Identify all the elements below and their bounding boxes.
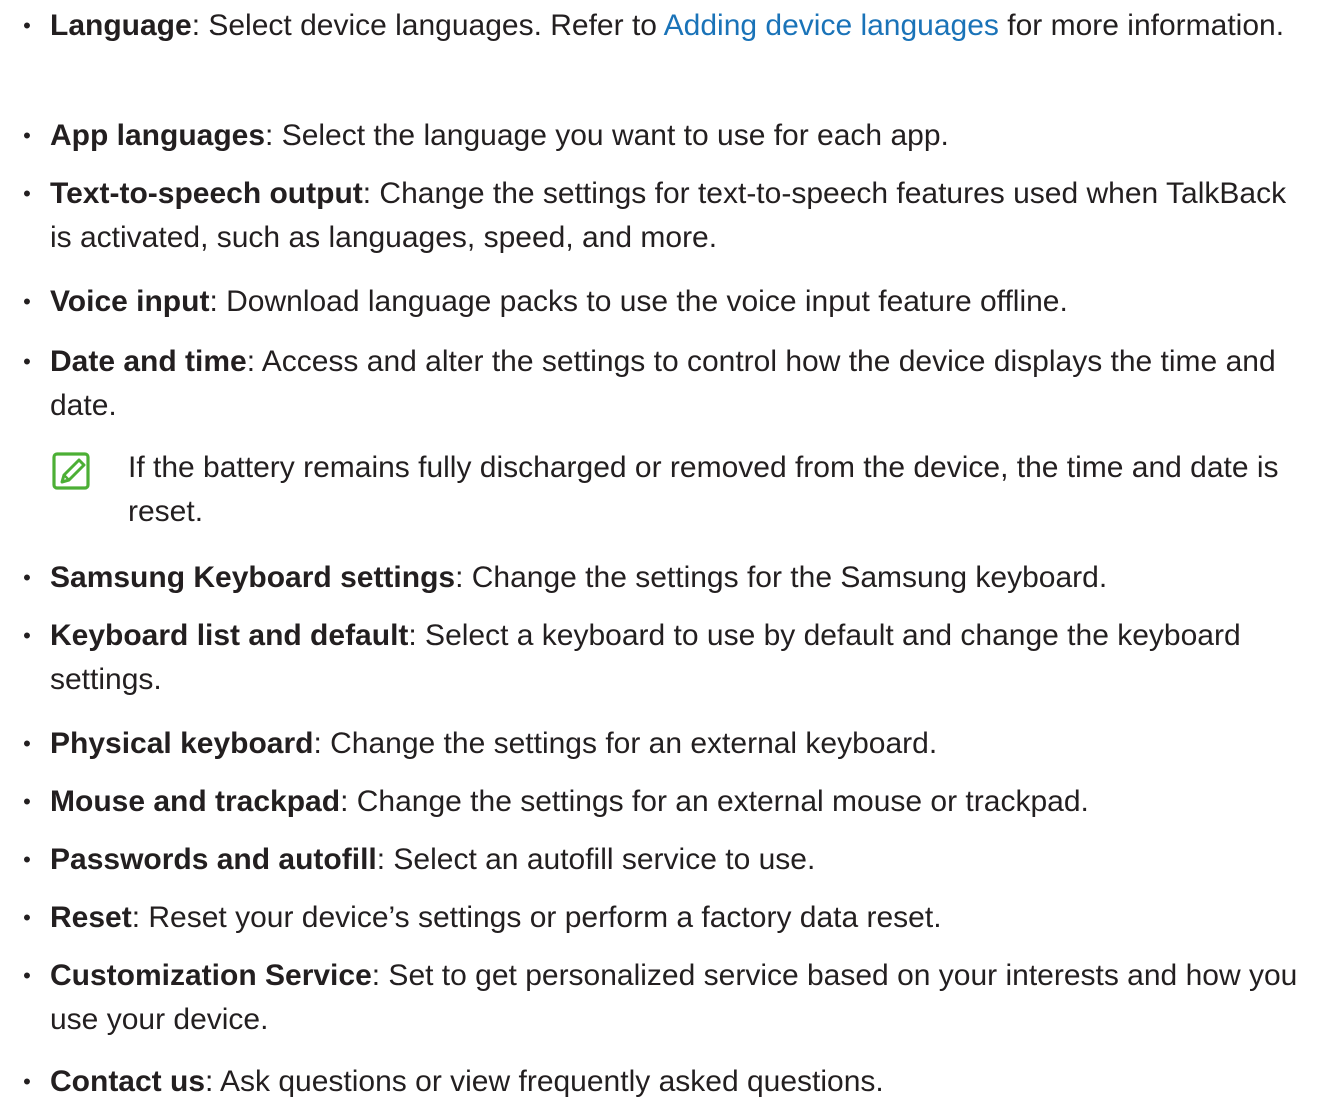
item-desc: : Select device languages. Refer to (191, 9, 664, 42)
bullet: • (23, 731, 31, 756)
list-item-text: Customization Service: Set to get person… (50, 954, 1316, 1042)
item-term: Text-to-speech output (50, 177, 363, 210)
item-term: Reset (50, 901, 132, 934)
item-term: Voice input (50, 285, 210, 318)
item-term: Customization Service (50, 959, 372, 992)
item-desc-continued: for more information. (998, 9, 1285, 42)
list-item-text: Voice input: Download language packs to … (50, 280, 1316, 324)
list-item-text: Passwords and autofill: Select an autofi… (50, 838, 1316, 882)
bullet: • (23, 789, 31, 814)
item-desc: : Reset your device’s settings or perfor… (131, 901, 942, 934)
bullet: • (23, 963, 31, 988)
item-desc: : Download language packs to use the voi… (209, 285, 1068, 318)
list-item-text: Physical keyboard: Change the settings f… (50, 722, 1316, 766)
item-desc: : Change the settings for the Samsung ke… (455, 561, 1108, 594)
item-term: Language (50, 9, 192, 42)
item-term: App languages (50, 119, 266, 152)
bullet: • (23, 349, 31, 374)
bullet: • (23, 623, 31, 648)
list-item-text: Contact us: Ask questions or view freque… (50, 1060, 1316, 1104)
adding-device-languages-link[interactable]: Adding device languages (664, 9, 999, 42)
list-item-text: Reset: Reset your device’s settings or p… (50, 896, 1316, 940)
list-item-text: Samsung Keyboard settings: Change the se… (50, 556, 1316, 600)
item-term: Samsung Keyboard settings (50, 561, 456, 594)
list-item-text: Language: Select device languages. Refer… (50, 4, 1316, 48)
item-term: Passwords and autofill (50, 843, 377, 876)
note-pencil-icon (52, 452, 90, 490)
bullet: • (23, 565, 31, 590)
bullet: • (23, 1069, 31, 1094)
item-desc: : Select an autofill service to use. (376, 843, 816, 876)
item-desc: : Ask questions or view frequently asked… (205, 1065, 884, 1098)
bullet: • (23, 123, 31, 148)
item-term: Date and time (50, 345, 247, 378)
list-item-text: Date and time: Access and alter the sett… (50, 340, 1316, 428)
bullet: • (23, 13, 31, 38)
list-item-text: Text-to-speech output: Change the settin… (50, 172, 1316, 260)
bullet: • (23, 181, 31, 206)
item-term: Mouse and trackpad (50, 785, 341, 818)
list-item-text: App languages: Select the language you w… (50, 114, 1316, 158)
bullet: • (23, 847, 31, 872)
bullet: • (23, 289, 31, 314)
item-term: Physical keyboard (50, 727, 314, 760)
list-item-text: Mouse and trackpad: Change the settings … (50, 780, 1316, 824)
item-term: Contact us (50, 1065, 206, 1098)
item-term: Keyboard list and default (50, 619, 409, 652)
bullet: • (23, 905, 31, 930)
note-text: If the battery remains fully discharged … (128, 451, 1279, 528)
list-item-text: Keyboard list and default: Select a keyb… (50, 614, 1316, 702)
item-desc: : Change the settings for an external mo… (340, 785, 1089, 818)
item-desc: : Select the language you want to use fo… (265, 119, 949, 152)
item-desc: : Change the settings for an external ke… (313, 727, 938, 760)
